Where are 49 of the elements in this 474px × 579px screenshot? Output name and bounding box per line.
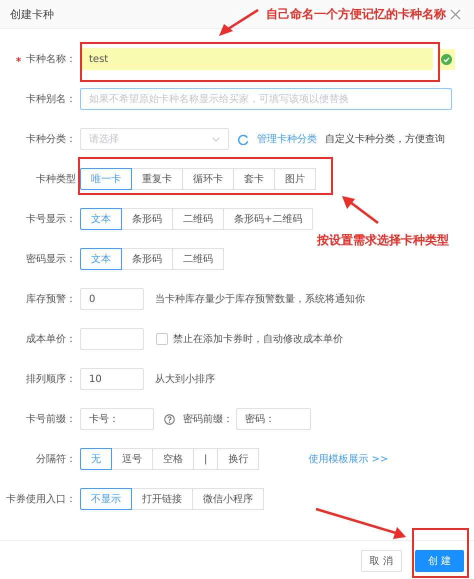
text-field[interactable]: 0 xyxy=(80,288,144,310)
field-label: 卡号显示： xyxy=(26,212,76,226)
dialog-title: 创建卡种 xyxy=(10,6,54,22)
segment-option[interactable]: 重复卡 xyxy=(131,168,183,190)
field-label: 卡种分类： xyxy=(26,132,76,146)
field-label: 库存预警： xyxy=(26,292,76,306)
text-field[interactable]: 密码： xyxy=(236,408,311,430)
segment-option[interactable]: 图片 xyxy=(274,168,316,190)
annotation-text: 自己命名一个方便记忆的卡种名称 xyxy=(266,7,446,23)
text-field[interactable]: test xyxy=(80,48,433,70)
field-label: 卡种类型 xyxy=(36,172,76,186)
field-label: 卡种别名： xyxy=(26,92,76,106)
text-field[interactable] xyxy=(80,328,144,350)
field-label: 分隔符： xyxy=(36,453,76,466)
hint-text: 从大到小排序 xyxy=(155,372,215,386)
segment-option[interactable]: 二维码 xyxy=(172,208,224,230)
field-label: 成本单价： xyxy=(26,332,76,346)
segment-option[interactable]: 二维码 xyxy=(172,248,224,270)
annotation-text: 按设置需求选择卡种类型 xyxy=(317,232,449,249)
field-label: 排列顺序： xyxy=(26,372,76,386)
segment-option[interactable]: 条形码+二维码 xyxy=(223,208,314,230)
segment-option[interactable]: 套卡 xyxy=(233,168,275,190)
arrow-annotation xyxy=(342,196,379,224)
cancel-button[interactable]: 取 消 xyxy=(360,550,402,572)
close-icon[interactable] xyxy=(450,8,461,20)
arrow-annotation xyxy=(219,8,259,36)
field-label: 密码前缀： xyxy=(183,412,233,426)
text-field[interactable]: 10 xyxy=(80,368,144,390)
segment-option[interactable]: 条形码 xyxy=(121,208,173,230)
highlight-frame xyxy=(412,528,469,578)
refresh-icon[interactable] xyxy=(238,134,249,144)
segment-option[interactable]: 换行 xyxy=(217,448,260,470)
checkbox[interactable] xyxy=(156,333,168,345)
field-label: 卡券使用入口： xyxy=(6,492,76,506)
segment-option[interactable]: 条形码 xyxy=(121,248,173,270)
segment-option[interactable]: 微信小程序 xyxy=(192,488,264,510)
help-icon[interactable] xyxy=(164,414,175,424)
segment-option[interactable]: 逗号 xyxy=(111,448,153,470)
segment-option[interactable]: 空格 xyxy=(152,448,194,470)
chevron-icon xyxy=(212,136,220,142)
field-label: 密码显示： xyxy=(26,252,76,266)
text-field[interactable]: 卡号： xyxy=(80,408,154,430)
hint-text: 自定义卡种分类，方便查询 xyxy=(325,132,445,146)
segment-option[interactable]: | xyxy=(193,448,218,470)
field-label: 卡号前缀： xyxy=(26,412,76,426)
segment-option[interactable]: 循环卡 xyxy=(182,168,234,190)
hint-text: 当卡种库存量少于库存预警数量，系统将通知你 xyxy=(155,292,365,306)
checkbox-label: 禁止在添加卡券时，自动修改成本单价 xyxy=(173,332,343,346)
segment-option[interactable]: 打开链接 xyxy=(131,488,193,510)
